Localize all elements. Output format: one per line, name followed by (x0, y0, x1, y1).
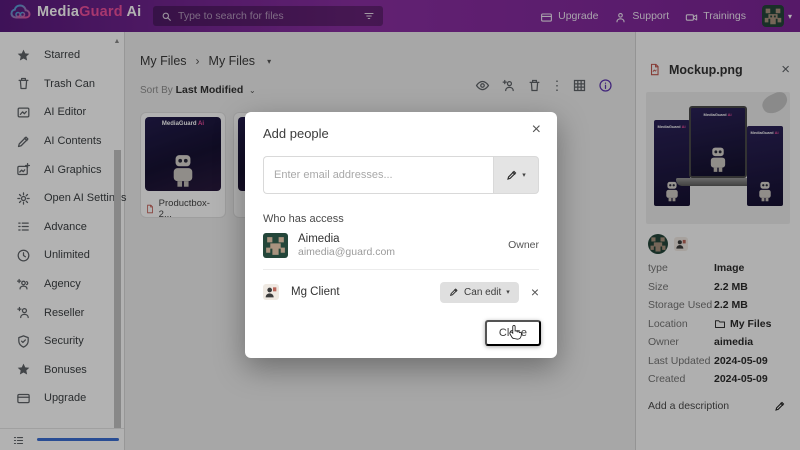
dialog-close-icon[interactable]: × (532, 122, 541, 138)
person-role: Owner (508, 239, 539, 251)
pencil-icon (449, 287, 459, 297)
person-email: aimedia@guard.com (298, 246, 508, 258)
chevron-down-icon: ▾ (506, 288, 510, 296)
mouse-cursor-hand (508, 322, 523, 340)
dialog-title: Add people (263, 126, 329, 141)
remove-person-icon[interactable]: × (531, 285, 539, 299)
email-input[interactable] (263, 156, 493, 194)
person-name: Aimedia (298, 233, 508, 245)
person-name: Mg Client (291, 286, 340, 298)
permission-value: Can edit (464, 287, 501, 298)
app-screen: MediaGuard Ai Upgrade Support Trainings … (0, 0, 800, 450)
access-row-owner: Aimedia aimedia@guard.com Owner (263, 230, 539, 260)
chevron-down-icon: ▾ (522, 171, 526, 179)
pencil-icon (506, 169, 518, 181)
access-heading: Who has access (263, 213, 344, 225)
divider (263, 269, 539, 270)
permission-dropdown-button[interactable]: ▾ (493, 156, 539, 194)
access-row-member: Mg Client Can edit ▾ × (263, 279, 539, 305)
owner-avatar (263, 233, 288, 258)
member-avatar (263, 284, 279, 300)
permission-select[interactable]: Can edit ▾ (440, 282, 519, 303)
email-input-row: ▾ (263, 156, 539, 194)
